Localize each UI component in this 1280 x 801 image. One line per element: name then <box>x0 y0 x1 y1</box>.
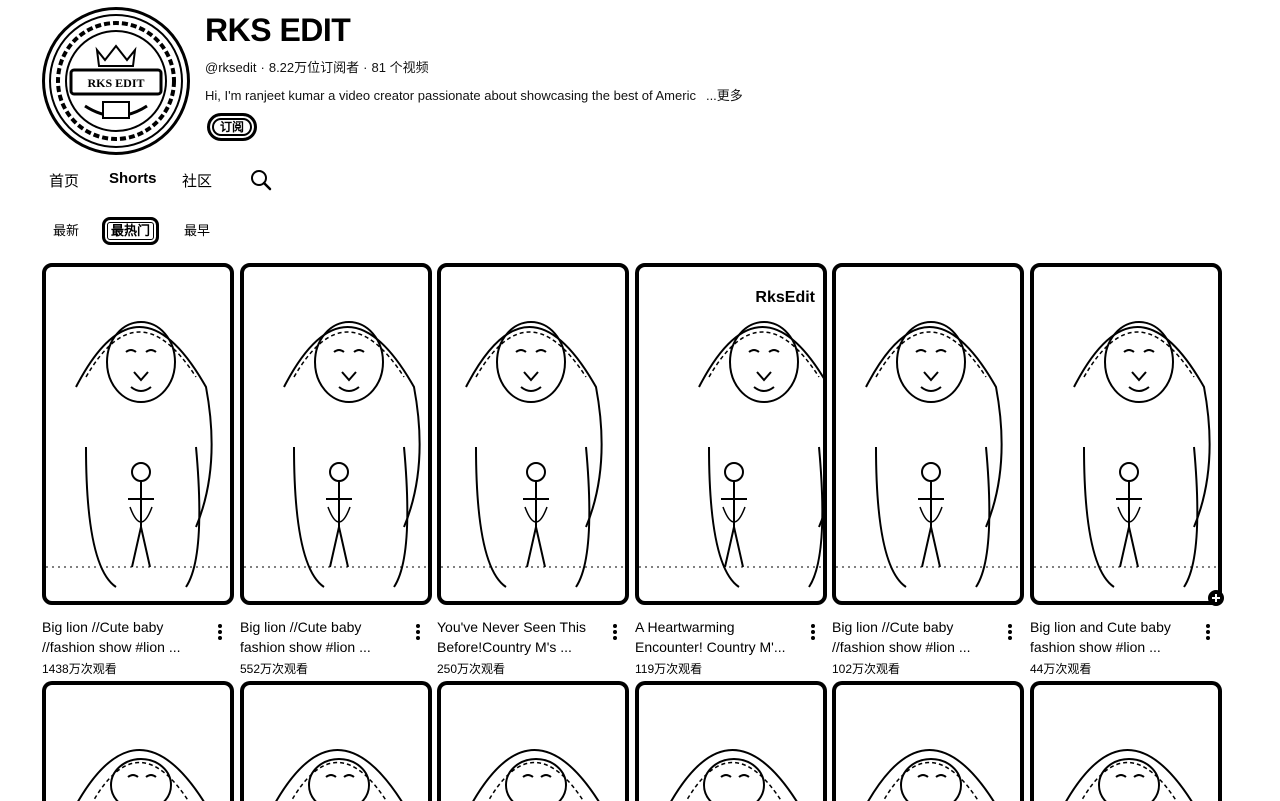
subscriber-count: 8.22万位订阅者 <box>268 60 360 75</box>
short-thumbnail[interactable] <box>437 681 629 801</box>
short-thumbnail[interactable] <box>240 263 432 605</box>
tab-shorts[interactable]: Shorts <box>109 170 157 187</box>
short-title[interactable]: Big lion //Cute baby //fashion show #lio… <box>832 617 1000 657</box>
short-view-count: 250万次观看 <box>437 662 506 676</box>
tab-community[interactable]: 社区 <box>182 170 212 191</box>
short-view-count: 552万次观看 <box>240 662 309 676</box>
short-view-count: 1438万次观看 <box>42 662 117 676</box>
avatar-logo-text: RKS EDIT <box>87 76 144 90</box>
short-title[interactable]: You've Never Seen This Before!Country M'… <box>437 617 605 657</box>
channel-description[interactable]: Hi, I'm ranjeet kumar a video creator pa… <box>205 85 743 104</box>
filter-popular[interactable]: 最热门 <box>102 217 160 245</box>
video-count: 81 个视频 <box>371 60 429 75</box>
short-thumbnail[interactable] <box>42 263 234 605</box>
thumbnail-watermark: RksEdit <box>755 289 815 306</box>
short-title[interactable]: A Heartwarming Encounter! Country M'... <box>635 617 803 657</box>
short-thumbnail[interactable] <box>1030 681 1222 801</box>
short-thumbnail[interactable] <box>635 681 827 801</box>
more-vert-icon[interactable] <box>1004 623 1016 641</box>
subscribe-button[interactable]: 订阅 <box>207 113 258 141</box>
tab-home[interactable]: 首页 <box>49 170 79 191</box>
more-vert-icon[interactable] <box>1202 623 1214 641</box>
search-icon[interactable] <box>250 169 272 196</box>
short-thumbnail[interactable] <box>832 681 1024 801</box>
more-vert-icon[interactable] <box>412 623 424 641</box>
channel-handle: @rksedit <box>205 60 257 75</box>
short-thumbnail[interactable] <box>240 681 432 801</box>
more-vert-icon[interactable] <box>214 623 226 641</box>
filter-latest[interactable]: 最新 <box>53 217 79 245</box>
more-vert-icon[interactable] <box>609 623 621 641</box>
short-thumbnail[interactable] <box>1030 263 1222 605</box>
channel-title: RKS EDIT <box>205 12 351 48</box>
short-thumbnail[interactable] <box>437 263 629 605</box>
short-title[interactable]: Big lion and Cute baby fashion show #lio… <box>1030 617 1198 657</box>
short-thumbnail[interactable] <box>832 263 1024 605</box>
short-thumbnail[interactable] <box>42 681 234 801</box>
more-vert-icon[interactable] <box>807 623 819 641</box>
description-text: Hi, I'm ranjeet kumar a video creator pa… <box>205 88 696 103</box>
short-thumbnail[interactable]: RksEdit <box>635 263 827 605</box>
channel-avatar[interactable]: RKS EDIT <box>42 7 190 155</box>
add-circle-icon[interactable] <box>1207 589 1225 612</box>
short-title[interactable]: Big lion //Cute baby //fashion show #lio… <box>42 617 210 657</box>
more-link[interactable]: ...更多 <box>706 88 743 103</box>
short-view-count: 44万次观看 <box>1030 662 1092 676</box>
short-view-count: 119万次观看 <box>635 662 703 676</box>
channel-meta: @rksedit · 8.22万位订阅者 · 81 个视频 <box>205 60 429 75</box>
short-view-count: 102万次观看 <box>832 662 901 676</box>
filter-oldest[interactable]: 最早 <box>184 217 210 245</box>
short-title[interactable]: Big lion //Cute baby fashion show #lion … <box>240 617 408 657</box>
